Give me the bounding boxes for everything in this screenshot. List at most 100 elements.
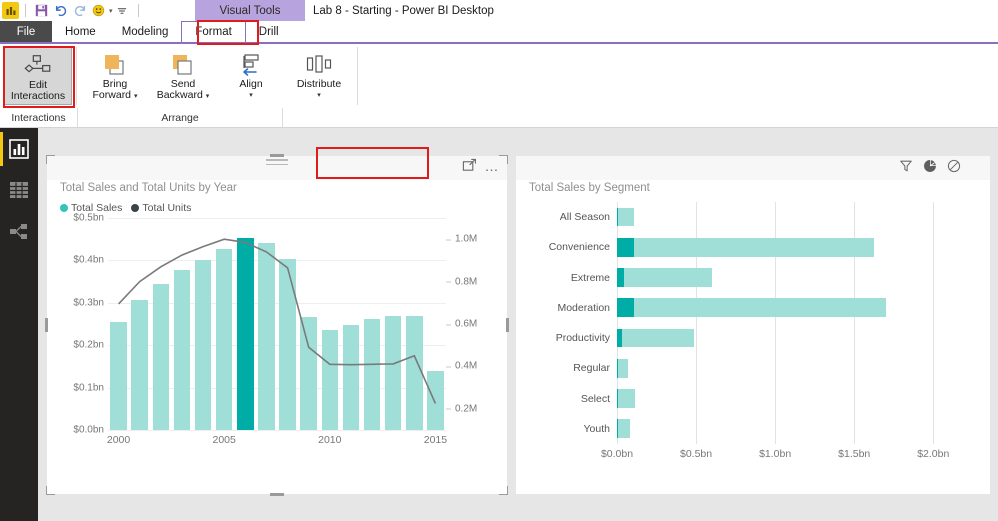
tab-drill[interactable]: Drill [246, 21, 292, 42]
distribute-button[interactable]: Distribute ▾ [285, 47, 353, 105]
segment-bar-total[interactable] [617, 298, 886, 318]
visual-combo-chart[interactable]: … Total Sales and Total Units by Year To… [45, 154, 509, 496]
combo-bar-cell[interactable] [256, 218, 277, 430]
bring-forward-button[interactable]: Bring Forward ▾ [81, 47, 149, 105]
combo-bar[interactable] [258, 243, 275, 430]
handle-middle-right[interactable] [506, 318, 509, 332]
combo-bar[interactable] [110, 321, 127, 430]
sidebar-item-report-view[interactable] [0, 128, 38, 170]
combo-bar[interactable] [215, 248, 233, 430]
combo-bar-cell[interactable] [235, 218, 256, 430]
combo-bar-cell[interactable] [171, 218, 192, 430]
send-backward-caret-icon[interactable]: ▾ [206, 93, 210, 100]
customize-qat-icon[interactable] [113, 1, 132, 20]
combo-bar[interactable] [152, 283, 170, 430]
combo-bar-cell[interactable] [277, 218, 298, 430]
drag-grip-icon[interactable] [266, 159, 288, 168]
combo-bar[interactable] [427, 371, 444, 430]
tab-format[interactable]: Format [181, 21, 246, 42]
combo-bar[interactable] [300, 317, 317, 430]
bring-forward-caret-icon[interactable]: ▾ [134, 93, 138, 100]
redo-icon[interactable] [70, 1, 89, 20]
combo-bar-cell[interactable] [383, 218, 404, 430]
filter-funnel-icon[interactable] [899, 159, 914, 174]
handle-middle-bottom[interactable] [270, 493, 284, 496]
segment-bar-total[interactable] [617, 389, 636, 408]
combo-bar-cell[interactable] [150, 218, 171, 430]
combo-bar-selected[interactable] [237, 238, 254, 430]
combo-bar-cell[interactable] [298, 218, 319, 430]
handle-middle-left[interactable] [45, 318, 48, 332]
undo-icon[interactable] [51, 1, 70, 20]
segment-bar-highlight[interactable] [617, 298, 634, 318]
segment-category-label[interactable]: Convenience [549, 241, 610, 253]
handle-bottom-right[interactable] [499, 486, 508, 495]
segment-category-label[interactable]: All Season [560, 211, 610, 223]
combo-bar[interactable] [406, 315, 423, 430]
segment-bar-highlight[interactable] [617, 358, 618, 378]
combo-bar-cell[interactable] [129, 218, 150, 430]
combo-bar-cell[interactable] [193, 218, 214, 430]
align-button[interactable]: Align ▾ [217, 47, 285, 105]
combo-bar[interactable] [342, 324, 360, 430]
segment-bar-row[interactable] [617, 237, 957, 257]
segment-bar-total[interactable] [617, 237, 874, 257]
tab-modeling[interactable]: Modeling [109, 21, 182, 42]
legend-item-total-units[interactable]: Total Units [131, 202, 191, 214]
align-caret-icon[interactable]: ▾ [249, 90, 253, 101]
segment-bar-row[interactable] [617, 389, 957, 408]
combo-bar[interactable] [131, 299, 148, 430]
segment-bar-row[interactable] [617, 419, 957, 439]
combo-bar[interactable] [279, 258, 296, 430]
segment-bar-row[interactable] [617, 298, 957, 318]
distribute-caret-icon[interactable]: ▾ [317, 90, 321, 101]
send-backward-button[interactable]: Send Backward ▾ [149, 47, 217, 105]
handle-top-left[interactable] [46, 155, 55, 164]
focus-mode-icon[interactable] [462, 158, 477, 173]
segment-bar-row[interactable] [617, 268, 957, 287]
handle-top-right[interactable] [499, 155, 508, 164]
no-interaction-icon[interactable] [947, 159, 962, 174]
segment-bar-highlight[interactable] [617, 419, 618, 439]
save-icon[interactable] [32, 1, 51, 20]
combo-bar-cell[interactable] [425, 218, 446, 430]
highlight-pie-icon[interactable] [923, 159, 938, 174]
combo-bar[interactable] [194, 260, 212, 430]
combo-bar-cell[interactable] [340, 218, 361, 430]
tab-home[interactable]: Home [52, 21, 109, 42]
combo-bar-cell[interactable] [319, 218, 340, 430]
segment-category-label[interactable]: Youth [584, 423, 610, 435]
segment-bar-total[interactable] [617, 207, 634, 227]
combo-bar-cell[interactable] [362, 218, 383, 430]
combo-bar-cell[interactable] [404, 218, 425, 430]
powerbi-logo-icon[interactable] [2, 2, 19, 19]
segment-bar-total[interactable] [617, 328, 694, 348]
segment-bar-row[interactable] [617, 207, 957, 227]
smiley-feedback-icon[interactable] [89, 1, 108, 20]
segment-bar-highlight[interactable] [617, 328, 623, 348]
segment-bar-highlight[interactable] [617, 237, 634, 257]
combo-bar[interactable] [173, 270, 191, 430]
segment-bar-total[interactable] [617, 419, 631, 439]
sidebar-item-data-view[interactable] [0, 170, 38, 212]
handle-middle-top[interactable] [270, 154, 284, 157]
report-canvas[interactable]: … Total Sales and Total Units by Year To… [38, 128, 998, 521]
combo-bar[interactable] [363, 319, 381, 430]
edit-interactions-button[interactable]: Edit Interactions [4, 47, 72, 105]
combo-bar-cell[interactable] [214, 218, 235, 430]
combo-bar[interactable] [384, 315, 402, 430]
more-options-icon[interactable]: … [485, 159, 501, 173]
segment-bar-highlight[interactable] [617, 268, 625, 287]
combo-bar[interactable] [321, 330, 339, 430]
segment-bar-highlight[interactable] [617, 207, 619, 227]
segment-category-label[interactable]: Extreme [571, 272, 610, 284]
segment-bar-total[interactable] [617, 358, 629, 378]
segment-bar-row[interactable] [617, 328, 957, 348]
segment-bar-highlight[interactable] [617, 389, 618, 408]
handle-bottom-left[interactable] [46, 486, 55, 495]
segment-category-label[interactable]: Select [581, 393, 610, 405]
segment-bar-row[interactable] [617, 358, 957, 378]
segment-bar-total[interactable] [617, 268, 712, 287]
segment-category-label[interactable]: Regular [573, 362, 610, 374]
sidebar-item-model-view[interactable] [0, 212, 38, 254]
